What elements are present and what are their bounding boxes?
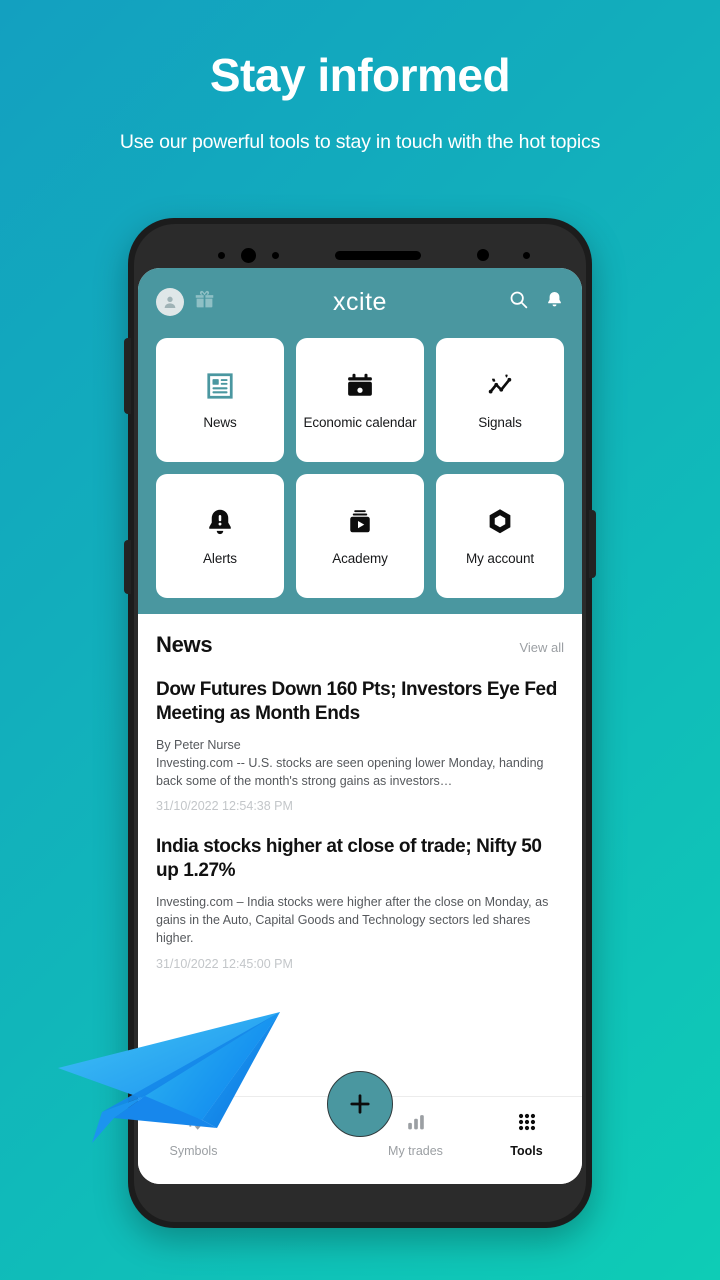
nav-item-symbols[interactable]: Symbols bbox=[138, 1111, 249, 1158]
tile-label: My account bbox=[465, 550, 535, 566]
tile-label: Economic calendar bbox=[303, 414, 417, 430]
news-section: News View all Dow Futures Down 160 Pts; … bbox=[138, 614, 582, 1184]
tile-economic-calendar[interactable]: Economic calendar bbox=[296, 338, 424, 462]
nav-label: Symbols bbox=[169, 1144, 218, 1158]
bell-alert-icon bbox=[205, 505, 235, 539]
volume-up-button[interactable] bbox=[124, 338, 131, 414]
sensor-dot-icon bbox=[272, 251, 279, 259]
hexagon-icon bbox=[485, 505, 515, 539]
signal-chart-icon bbox=[485, 369, 515, 403]
nav-item-tools[interactable]: Tools bbox=[471, 1111, 582, 1158]
article-timestamp: 31/10/2022 12:54:38 PM bbox=[156, 799, 293, 814]
front-camera-icon bbox=[241, 247, 256, 263]
bottom-navigation-bar: Symbols My trades Tools bbox=[138, 1071, 582, 1184]
transfer-arrows-icon bbox=[183, 1111, 205, 1138]
promo-subtitle: Use our powerful tools to stay in touch … bbox=[119, 130, 601, 153]
tile-academy[interactable]: Academy bbox=[296, 474, 424, 598]
gift-icon[interactable] bbox=[194, 289, 215, 315]
tile-alerts[interactable]: Alerts bbox=[156, 474, 284, 598]
news-article[interactable]: India stocks higher at close of trade; N… bbox=[156, 835, 564, 970]
tile-my-account[interactable]: My account bbox=[436, 474, 564, 598]
news-article[interactable]: Dow Futures Down 160 Pts; Investors Eye … bbox=[156, 678, 564, 813]
add-button[interactable] bbox=[327, 1071, 393, 1137]
article-summary: Investing.com -- U.S. stocks are seen op… bbox=[156, 756, 544, 789]
grid-dots-icon bbox=[516, 1111, 538, 1138]
article-summary: Investing.com – India stocks were higher… bbox=[156, 895, 549, 946]
article-headline[interactable]: India stocks higher at close of trade; N… bbox=[156, 835, 564, 883]
volume-down-button[interactable] bbox=[124, 540, 131, 594]
power-button[interactable] bbox=[589, 510, 596, 578]
page-title: Stay informed bbox=[209, 49, 511, 101]
phone-screen: xcite News Economic calendar Signals Ale… bbox=[138, 268, 582, 1184]
article-headline[interactable]: Dow Futures Down 160 Pts; Investors Eye … bbox=[156, 678, 564, 726]
tile-label: Alerts bbox=[203, 550, 237, 566]
promo-header: Stay informed Use our powerful tools to … bbox=[0, 0, 720, 154]
sensor-dot-icon bbox=[477, 249, 489, 261]
bar-chart-icon bbox=[405, 1111, 427, 1138]
tile-label: Academy bbox=[332, 550, 388, 566]
user-avatar-icon[interactable] bbox=[156, 288, 184, 316]
app-brand-logo: xcite bbox=[333, 287, 387, 316]
sensor-dot-icon bbox=[218, 251, 225, 259]
tile-signals[interactable]: Signals bbox=[436, 338, 564, 462]
topbar-actions bbox=[508, 289, 564, 315]
tile-label: Signals bbox=[478, 414, 522, 430]
newspaper-icon bbox=[205, 369, 235, 403]
tile-label: News bbox=[203, 414, 237, 430]
app-topbar: xcite bbox=[156, 282, 564, 322]
view-all-link[interactable]: View all bbox=[519, 640, 564, 655]
calendar-icon bbox=[345, 369, 375, 403]
feature-tile-grid: News Economic calendar Signals Alerts Ac… bbox=[156, 338, 564, 598]
article-timestamp: 31/10/2022 12:45:00 PM bbox=[156, 956, 293, 971]
video-play-icon bbox=[345, 505, 375, 539]
sensor-dot-icon bbox=[523, 251, 530, 259]
bell-icon[interactable] bbox=[545, 290, 564, 314]
app-header: xcite News Economic calendar Signals Ale… bbox=[138, 268, 582, 614]
nav-label: Tools bbox=[510, 1144, 543, 1158]
nav-label: My trades bbox=[388, 1144, 443, 1158]
news-section-header: News View all bbox=[156, 632, 564, 658]
tile-news[interactable]: News bbox=[156, 338, 284, 462]
search-icon[interactable] bbox=[508, 289, 529, 315]
phone-mockup: xcite News Economic calendar Signals Ale… bbox=[124, 218, 596, 1228]
news-section-title: News bbox=[156, 632, 213, 657]
phone-sensor-row bbox=[128, 244, 592, 266]
article-byline: By Peter Nurse bbox=[156, 737, 241, 752]
earpiece-speaker bbox=[335, 250, 421, 260]
